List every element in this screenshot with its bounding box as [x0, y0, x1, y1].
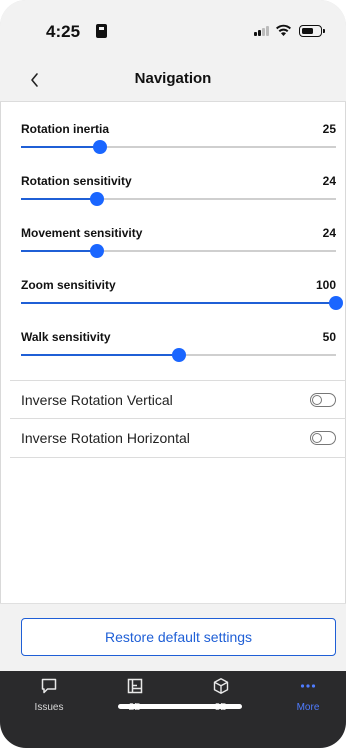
tab-label: Issues — [34, 702, 64, 713]
slider-fill — [21, 354, 179, 356]
slider-value: 24 — [322, 226, 336, 240]
slider-rotation-sensitivity: Rotation sensitivity 24 — [0, 174, 346, 222]
slider-label: Zoom sensitivity — [21, 278, 116, 292]
cube-icon — [213, 678, 229, 694]
slider-track[interactable] — [21, 348, 336, 362]
slider-value: 25 — [322, 122, 336, 136]
slider-fill — [21, 146, 100, 148]
phone-screen: 4:25 Navigation Rotation inertia 25 Rota… — [0, 0, 346, 748]
restore-defaults-button[interactable]: Restore default settings — [21, 618, 336, 656]
tab-issues[interactable]: Issues — [19, 671, 79, 721]
slider-zoom-sensitivity: Zoom sensitivity 100 — [0, 278, 346, 326]
slider-thumb[interactable] — [171, 348, 186, 362]
slider-thumb[interactable] — [89, 244, 104, 258]
slider-fill — [21, 250, 97, 252]
toggle-label: Inverse Rotation Vertical — [21, 392, 173, 408]
slider-value: 50 — [322, 330, 336, 344]
slider-label: Movement sensitivity — [21, 226, 143, 240]
slider-movement-sensitivity: Movement sensitivity 24 — [0, 226, 346, 274]
slider-label: Walk sensitivity — [21, 330, 111, 344]
toggle-knob — [312, 395, 322, 405]
slider-thumb[interactable] — [92, 140, 107, 154]
slider-label: Rotation sensitivity — [21, 174, 132, 188]
sim-card-icon — [96, 24, 107, 38]
signal-icon — [254, 25, 270, 36]
slider-thumb[interactable] — [329, 296, 343, 310]
home-indicator — [118, 704, 242, 709]
tab-2d[interactable]: 2D — [105, 671, 165, 721]
slider-value: 24 — [322, 174, 336, 188]
tab-bar: Issues 2D 3D More — [0, 671, 346, 748]
slider-label: Rotation inertia — [21, 122, 110, 136]
slider-value: 100 — [315, 278, 336, 292]
toggle-knob — [312, 433, 322, 443]
restore-area: Restore default settings — [0, 603, 346, 671]
slider-fill — [21, 302, 336, 304]
page-title: Navigation — [134, 70, 212, 87]
toggle-label: Inverse Rotation Horizontal — [21, 430, 190, 446]
inverse-rotation-vertical-toggle[interactable] — [310, 393, 336, 407]
slider-rotation-inertia: Rotation inertia 25 — [0, 122, 346, 170]
tab-label: More — [296, 702, 320, 713]
inverse-rotation-horizontal-toggle[interactable] — [310, 431, 336, 445]
toggle-row-inverse-horizontal: Inverse Rotation Horizontal — [10, 419, 346, 458]
tab-more[interactable]: More — [278, 671, 338, 721]
slider-track[interactable] — [21, 244, 336, 258]
slider-fill — [21, 198, 97, 200]
more-dots-icon — [300, 684, 316, 688]
slider-track[interactable] — [21, 140, 336, 154]
slider-track[interactable] — [21, 192, 336, 206]
slider-thumb[interactable] — [89, 192, 104, 206]
wifi-icon — [276, 24, 291, 36]
navigation-header: Navigation — [0, 62, 346, 102]
status-time: 4:25 — [46, 22, 81, 41]
slider-walk-sensitivity: Walk sensitivity 50 — [0, 330, 346, 378]
chat-bubble-icon — [41, 678, 57, 694]
battery-icon — [299, 25, 325, 37]
tab-3d[interactable]: 3D — [191, 671, 251, 721]
slider-track[interactable] — [21, 296, 343, 310]
floorplan-icon — [127, 678, 143, 694]
toggle-row-inverse-vertical: Inverse Rotation Vertical — [10, 380, 346, 419]
status-bar: 4:25 — [0, 0, 346, 62]
